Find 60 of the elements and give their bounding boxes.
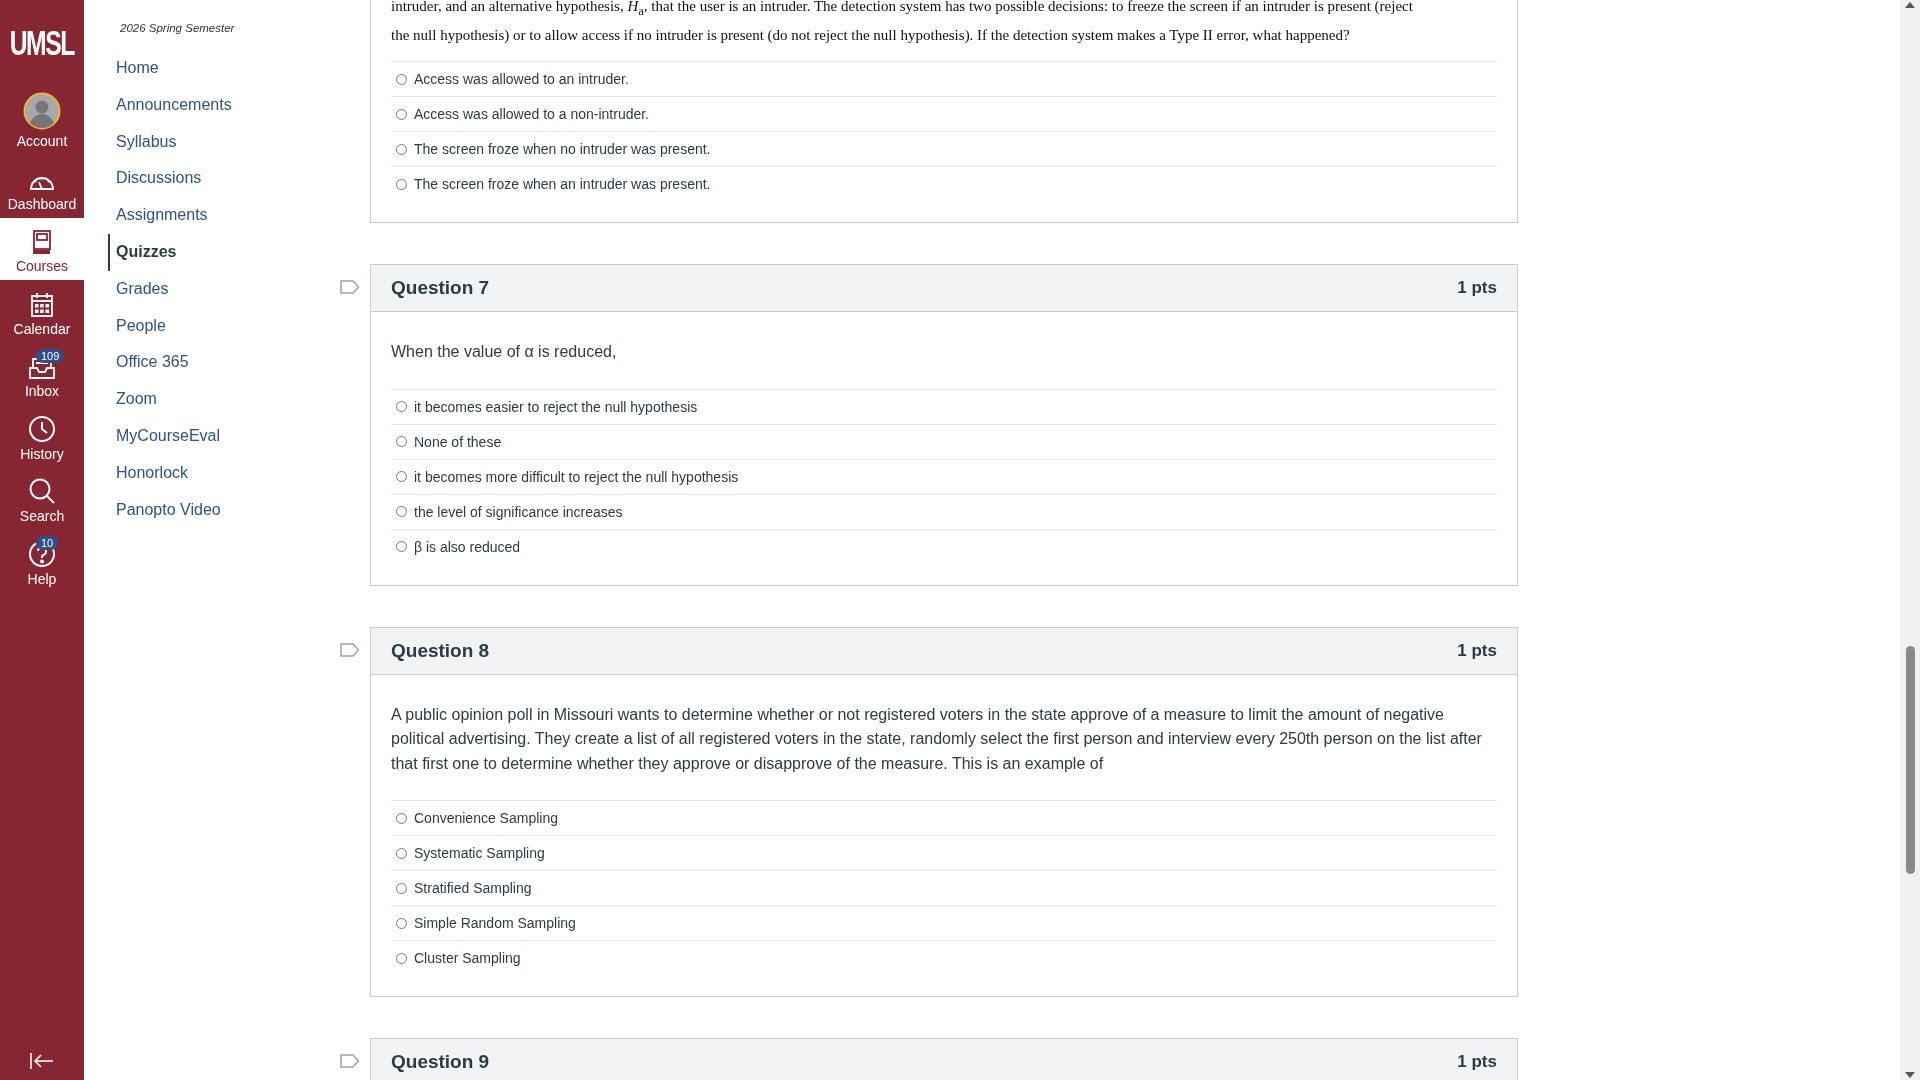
nav-item[interactable]: Inbox 109 — [0, 342, 84, 405]
answer-label[interactable]: The screen froze when no intruder was present. — [414, 141, 711, 157]
answer-label[interactable]: The screen froze when an intruder was present. — [414, 176, 711, 192]
course-nav-link[interactable]: Zoom — [108, 381, 157, 418]
nav-item[interactable]: Courses — [0, 217, 84, 280]
scrollbar-thumb[interactable] — [1905, 646, 1915, 874]
nav-item[interactable]: Account — [0, 89, 84, 155]
scroll-down-icon[interactable] — [1904, 1070, 1916, 1080]
course-nav-link[interactable]: Office 365 — [108, 344, 189, 382]
question-title: Question 8 — [391, 639, 490, 662]
term-label: 2026 Spring Semester — [120, 22, 236, 34]
bookmark-icon[interactable] — [340, 642, 360, 657]
points-label: 1 pts — [1457, 278, 1497, 298]
question-title: Question 9 — [391, 1051, 490, 1073]
course-nav-link[interactable]: Announcements — [108, 86, 232, 124]
question-text: When the value of α is reduced, — [391, 342, 618, 362]
answer-label[interactable]: None of these — [414, 433, 502, 450]
question-text: intruder, and an alternative hypothesis, H$_{a}$, that the user is an intruder. The detection system has two possible decisions: to freeze the screen if an intruder is present (reject the null hypothesis) or to allow access if no intruder is present (do not reject the null hypothesis). If the detection system makes a Type II error, what happened? — [391, 0, 1414, 45]
answer-label[interactable]: Systematic Sampling — [414, 845, 545, 861]
answer-label[interactable]: it becomes easier to reject the null hypothesis — [414, 398, 698, 415]
answer-label[interactable]: Convenience Sampling — [414, 810, 558, 826]
points-label: 1 pts — [1457, 1052, 1497, 1072]
search-icon — [28, 477, 56, 505]
answer-label[interactable]: Stratified Sampling — [414, 880, 532, 896]
count-badge: 10 — [36, 536, 59, 550]
course-nav-link[interactable]: Quizzes — [108, 234, 177, 271]
logo[interactable]: UMSL — [9, 22, 75, 65]
course-nav-link[interactable]: People — [108, 307, 166, 345]
calendar-icon — [30, 291, 54, 318]
book-icon — [31, 229, 53, 255]
nav-item[interactable]: Dashboard — [0, 155, 84, 218]
nav-item[interactable]: Help 10 — [0, 530, 84, 593]
count-badge: 109 — [36, 348, 65, 363]
bookmark-icon[interactable] — [340, 280, 360, 294]
course-nav-link[interactable]: Syllabus — [108, 123, 177, 161]
course-nav-link[interactable]: Honorlock — [108, 454, 189, 492]
answer-label[interactable]: Access was allowed to an intruder. — [414, 71, 629, 87]
question-title: Question 7 — [391, 277, 490, 299]
points-label: 1 pts — [1457, 640, 1497, 661]
avatar-icon — [23, 92, 61, 130]
collapse-icon[interactable] — [29, 1052, 55, 1070]
nav-item[interactable]: Calendar — [0, 280, 84, 343]
answer-label[interactable]: it becomes more difficult to reject the null hypothesis — [414, 468, 739, 485]
question-text: A public opinion poll in Missouri wants to determine whether or not registered voters in the state approve of a measure to limit the amount of negative political advertising. They create a list of all registered voters in the state, randomly select the first person and interview every 250th person on the list after that first one to determine whether they approve or disapprove of the measure. This is an example of — [391, 704, 1483, 774]
answer-label[interactable]: Access was allowed to a non-intruder. — [414, 106, 649, 122]
course-nav-link[interactable]: Panopto Video — [108, 491, 221, 529]
course-nav-link[interactable]: Home — [108, 50, 159, 87]
answer-label[interactable]: Cluster Sampling — [414, 950, 521, 966]
course-nav-link[interactable]: Discussions — [108, 160, 202, 198]
clock-icon — [28, 414, 56, 443]
answer-label[interactable]: the level of significance increases — [414, 503, 623, 520]
course-nav-link[interactable]: MyCourseEval — [108, 417, 221, 455]
nav-item[interactable]: History — [0, 405, 84, 468]
course-nav-link[interactable]: Grades — [108, 270, 169, 308]
scroll-up-icon[interactable] — [1904, 0, 1916, 10]
answer-label[interactable]: β is also reduced — [414, 538, 521, 555]
nav-item[interactable]: Search — [0, 467, 84, 530]
bookmark-icon[interactable] — [340, 1054, 360, 1068]
answer-label[interactable]: Simple Random Sampling — [414, 915, 576, 931]
course-nav-link[interactable]: Assignments — [108, 197, 208, 234]
